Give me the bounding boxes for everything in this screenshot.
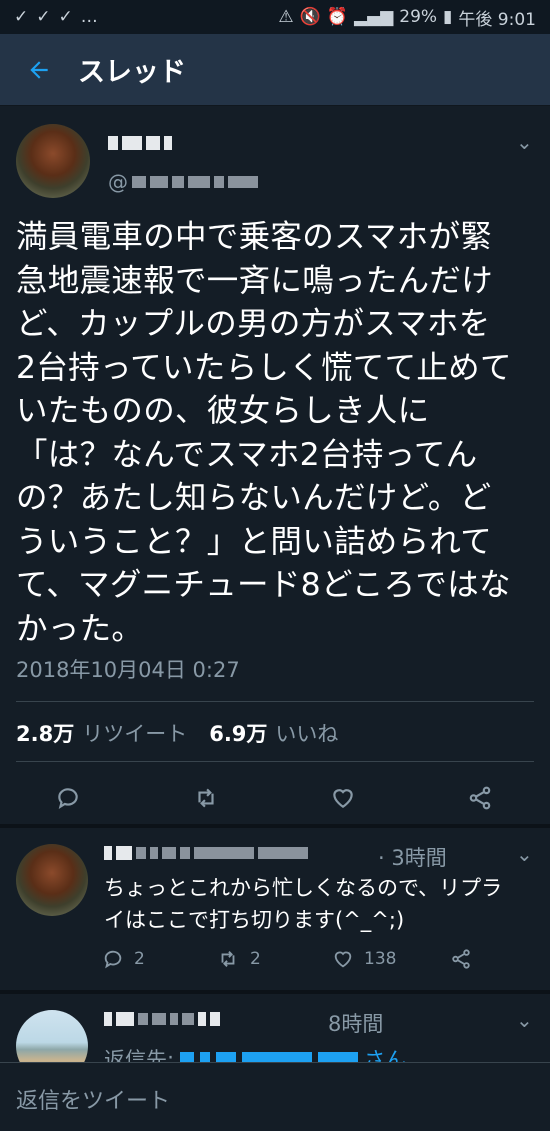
- more-icon: …: [80, 7, 98, 27]
- reply-author-redacted[interactable]: [104, 1012, 220, 1026]
- share-button[interactable]: [460, 778, 500, 818]
- tweet-stats: 2.8万 リツイート 6.9万 いいね: [16, 718, 352, 748]
- status-bar: ✓ ✓ ✓ … ⚠ 🔇 ⏰ ▂▄▆ 29% ▮ 午後 9:01: [0, 0, 550, 34]
- like-count[interactable]: 6.9万: [209, 718, 267, 748]
- retweet-icon: [221, 951, 235, 967]
- reply-tweet[interactable]: 8時間 ⌄ 返信先: さん: [0, 994, 550, 1064]
- like-button[interactable]: [323, 778, 363, 818]
- alarm-icon: ⏰: [326, 7, 349, 27]
- retweet-count[interactable]: 2.8万: [16, 718, 74, 748]
- chevron-down-icon[interactable]: ⌄: [516, 130, 533, 154]
- like-count: 138: [364, 949, 397, 969]
- reply-icon: [58, 788, 78, 810]
- divider: [16, 761, 534, 762]
- divider: [16, 701, 534, 702]
- reply-text: ちょっとこれから忙しくなるので、リプラ イはここで打ち切ります(^_^;): [104, 876, 503, 932]
- reply-icon: [104, 950, 122, 969]
- retweet-button[interactable]: [186, 778, 226, 818]
- reply-author-redacted[interactable]: [104, 846, 308, 860]
- signal-icon: ▂▄▆: [354, 7, 394, 27]
- share-icon: [469, 786, 491, 810]
- reply-count: 2: [134, 949, 145, 969]
- retweet-count: 2: [250, 949, 261, 969]
- reply-input[interactable]: 返信をツイート: [16, 1083, 170, 1115]
- chevron-down-icon[interactable]: ⌄: [516, 1008, 533, 1032]
- battery-icon: ▮: [443, 7, 453, 27]
- heart-icon: [333, 789, 353, 808]
- tweet-actions: [0, 778, 550, 828]
- chevron-down-icon[interactable]: ⌄: [516, 842, 533, 866]
- replying-to-suffix[interactable]: さん: [364, 1044, 406, 1064]
- heart-icon: [334, 951, 352, 968]
- retweet-icon: [198, 788, 214, 808]
- like-label[interactable]: いいね: [275, 718, 338, 748]
- reply-tweet[interactable]: · 3時間 ⌄ ちょっとこれから忙しくなるので、リプラ イはここで打ち切ります(…: [0, 828, 550, 988]
- avatar[interactable]: [16, 124, 90, 198]
- share-icon: [452, 949, 470, 969]
- check-icon: ✓: [36, 7, 51, 27]
- reply-button[interactable]: 2: [102, 948, 145, 970]
- back-button[interactable]: [0, 34, 78, 106]
- reply-actions: 2 2 138: [100, 948, 540, 978]
- check-icon: ✓: [58, 7, 73, 27]
- retweet-button[interactable]: 2: [216, 948, 261, 970]
- avatar[interactable]: [16, 1010, 88, 1064]
- avatar[interactable]: [16, 844, 88, 916]
- battery-percent: 29%: [399, 7, 438, 27]
- mute-icon: 🔇: [299, 7, 321, 27]
- page-title: スレッド: [78, 57, 186, 88]
- retweet-label[interactable]: リツイート: [82, 718, 187, 748]
- replying-to: 返信先: さん: [104, 1044, 406, 1064]
- wifi-icon: ⚠: [278, 7, 294, 27]
- username-redacted[interactable]: @: [108, 170, 258, 194]
- replying-to-label: 返信先:: [104, 1048, 175, 1064]
- like-button[interactable]: 138: [332, 948, 396, 970]
- arrow-left-icon: [30, 60, 48, 79]
- share-button[interactable]: [450, 948, 472, 970]
- reply-time: 8時間: [328, 1012, 384, 1036]
- top-app-bar: スレッド: [0, 34, 550, 106]
- display-name-redacted[interactable]: [108, 136, 172, 150]
- check-icon: ✓: [14, 7, 29, 27]
- clock: 午後 9:01: [458, 9, 536, 30]
- reply-time: · 3時間: [378, 846, 447, 870]
- reply-button[interactable]: [48, 778, 88, 818]
- tweet-text: 満員電車の中で乗客のスマホが緊 急地震速報で一斉に鳴ったんだけ ど、カップルの男…: [16, 219, 512, 647]
- tweet-timestamp: 2018年10月04日 0:27: [16, 658, 240, 682]
- reply-compose-bar[interactable]: 返信をツイート: [0, 1062, 550, 1131]
